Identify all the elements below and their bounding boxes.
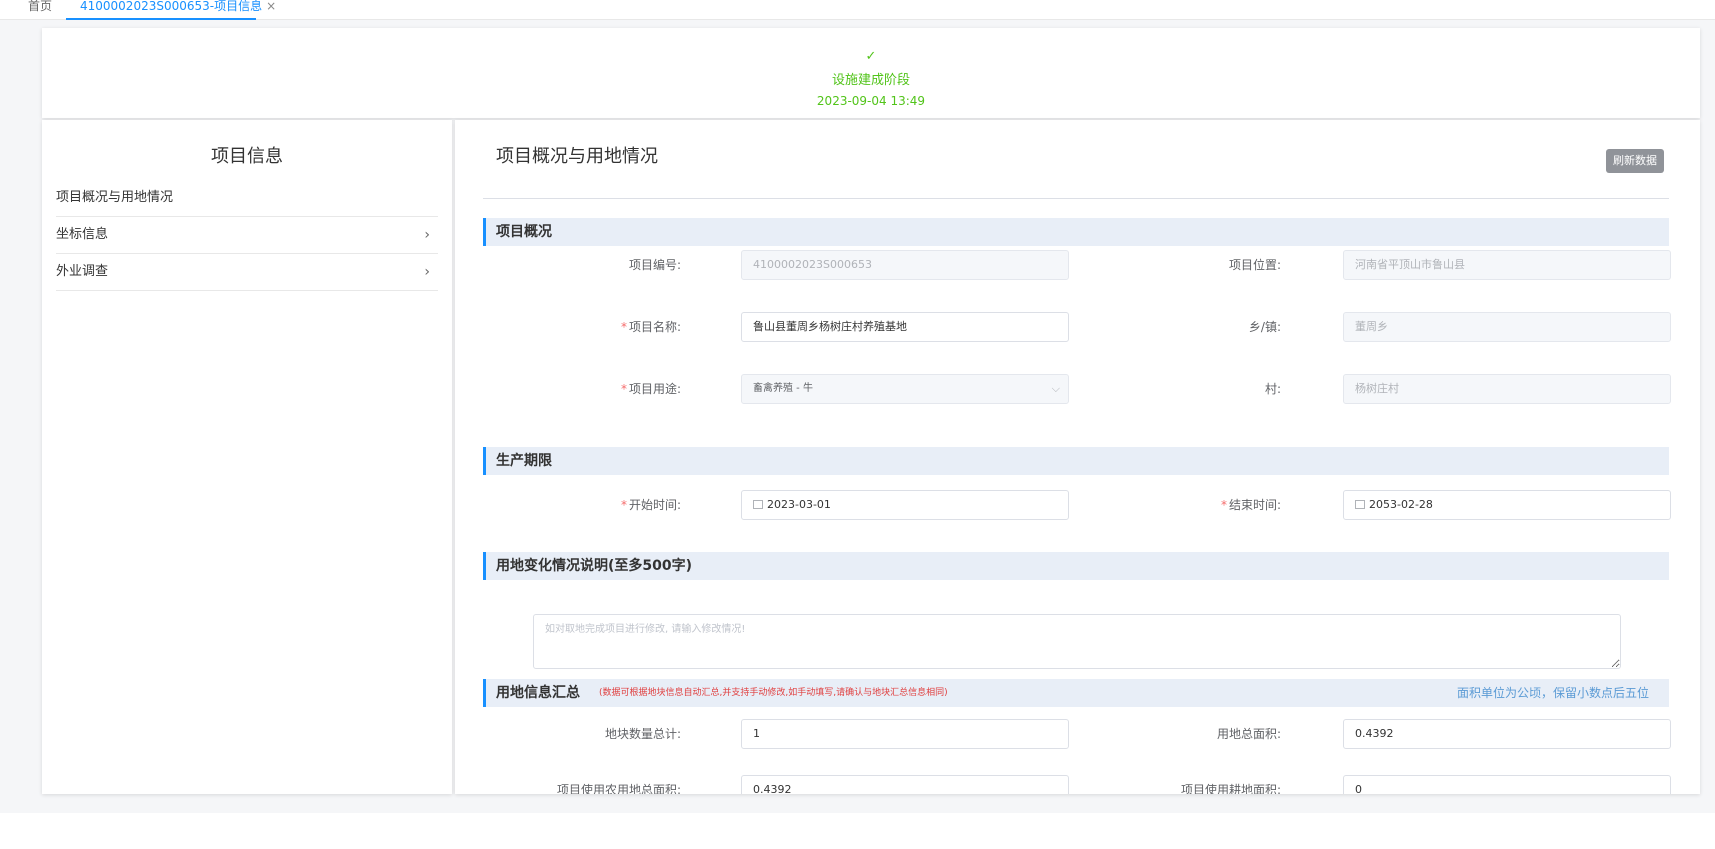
chevron-down-icon: ⌵ <box>1051 382 1060 395</box>
change-description-textarea[interactable] <box>533 614 1621 669</box>
project-usage-label: * 项目用途: <box>620 382 681 396</box>
status-card: ✓ 设施建成阶段 2023-09-04 13:49 <box>42 28 1700 118</box>
project-name-label: * 项目名称: <box>620 320 681 334</box>
sidebar-title: 项目信息 <box>211 146 283 167</box>
summary-note: (数据可根据地块信息自动汇总,并支持手动修改,如手动填写,请确认与地块汇总信息相… <box>599 688 948 698</box>
section-title: 生产期限 <box>496 453 552 469</box>
project-location-label: 项目位置: <box>1228 258 1281 272</box>
chevron-right-icon: › <box>424 227 430 243</box>
village-label: 村: <box>1264 382 1281 396</box>
end-time-label: * 结束时间: <box>1220 498 1281 512</box>
sidebar: 项目信息 项目概况与用地情况 坐标信息 › 外业调查 › <box>42 120 452 794</box>
cultivated-area-input[interactable]: 0 <box>1343 775 1671 794</box>
project-name-input[interactable]: 鲁山县董周乡杨树庄村养殖基地 <box>741 312 1069 342</box>
section-change: 用地变化情况说明(至多500字) <box>483 552 1669 580</box>
start-date-picker[interactable]: 2023-03-01 <box>741 490 1069 520</box>
end-date-value: 2053-02-28 <box>1369 498 1433 511</box>
plot-count-input[interactable]: 1 <box>741 719 1069 749</box>
plot-count-label: 地块数量总计: <box>604 727 681 741</box>
calendar-icon <box>1355 500 1365 509</box>
sidebar-item-overview[interactable]: 项目概况与用地情况 <box>56 180 438 217</box>
sidebar-item-label: 外业调查 <box>56 264 109 279</box>
sidebar-item-label: 坐标信息 <box>56 227 109 242</box>
area-unit-note: 面积单位为公顷，保留小数点后五位 <box>1456 686 1649 700</box>
town-label: 乡/镇: <box>1248 320 1281 334</box>
page-title: 项目概况与用地情况 <box>496 146 658 167</box>
town-field: 董周乡 <box>1343 312 1671 342</box>
start-date-value: 2023-03-01 <box>767 498 831 511</box>
tab-home[interactable]: 首页 <box>28 0 52 20</box>
tab-project-info-label: 4100002023S000653-项目信息 <box>80 0 263 13</box>
section-title: 项目概况 <box>496 224 552 240</box>
sidebar-item-label: 项目概况与用地情况 <box>56 190 174 205</box>
section-title: 用地变化情况说明(至多500字) <box>496 558 693 574</box>
project-usage-select[interactable]: 畜禽养殖 - 牛 ⌵ <box>741 374 1069 404</box>
work-area: ✓ 设施建成阶段 2023-09-04 13:49 项目信息 项目概况与用地情况… <box>0 20 1715 813</box>
required-mark: * <box>620 320 627 334</box>
section-title: 用地信息汇总 <box>496 685 580 701</box>
refresh-data-button[interactable]: 刷新数据 <box>1606 149 1664 173</box>
start-time-label: * 开始时间: <box>620 498 681 512</box>
main-panel: 项目概况与用地情况 刷新数据 项目概况 项目编号: 4100002023S000… <box>455 120 1700 794</box>
divider <box>483 198 1669 199</box>
farmland-area-input[interactable]: 0.4392 <box>741 775 1069 794</box>
project-usage-value: 畜禽养殖 - 牛 <box>753 383 813 394</box>
project-no-field: 4100002023S000653 <box>741 250 1069 280</box>
farmland-area-label: 项目使用农用地总面积: <box>556 783 681 794</box>
total-area-input[interactable]: 0.4392 <box>1343 719 1671 749</box>
tab-project-info[interactable]: 4100002023S000653-项目信息 × <box>66 0 276 20</box>
status-time: 2023-09-04 13:49 <box>816 94 926 108</box>
section-period: 生产期限 <box>483 447 1669 475</box>
section-summary: 用地信息汇总 (数据可根据地块信息自动汇总,并支持手动修改,如手动填写,请确认与… <box>483 679 1669 707</box>
total-area-label: 用地总面积: <box>1216 727 1281 741</box>
cultivated-area-label: 项目使用耕地面积: <box>1180 783 1281 794</box>
sidebar-item-field-survey[interactable]: 外业调查 › <box>56 254 438 291</box>
close-icon[interactable]: × <box>266 0 276 13</box>
required-mark: * <box>620 382 627 396</box>
required-mark: * <box>620 498 627 512</box>
chevron-right-icon: › <box>424 264 430 280</box>
sidebar-item-coordinates[interactable]: 坐标信息 › <box>56 217 438 254</box>
village-field: 杨树庄村 <box>1343 374 1671 404</box>
check-icon: ✓ <box>865 49 877 64</box>
tab-bar: 首页 4100002023S000653-项目信息 × <box>0 0 1715 20</box>
calendar-icon <box>753 500 763 509</box>
bottom-strip <box>0 813 1715 849</box>
required-mark: * <box>1220 498 1227 512</box>
project-location-field: 河南省平顶山市鲁山县 <box>1343 250 1671 280</box>
end-date-picker[interactable]: 2053-02-28 <box>1343 490 1671 520</box>
section-overview: 项目概况 <box>483 218 1669 246</box>
status-stage: 设施建成阶段 <box>831 73 910 88</box>
project-no-label: 项目编号: <box>628 258 681 272</box>
